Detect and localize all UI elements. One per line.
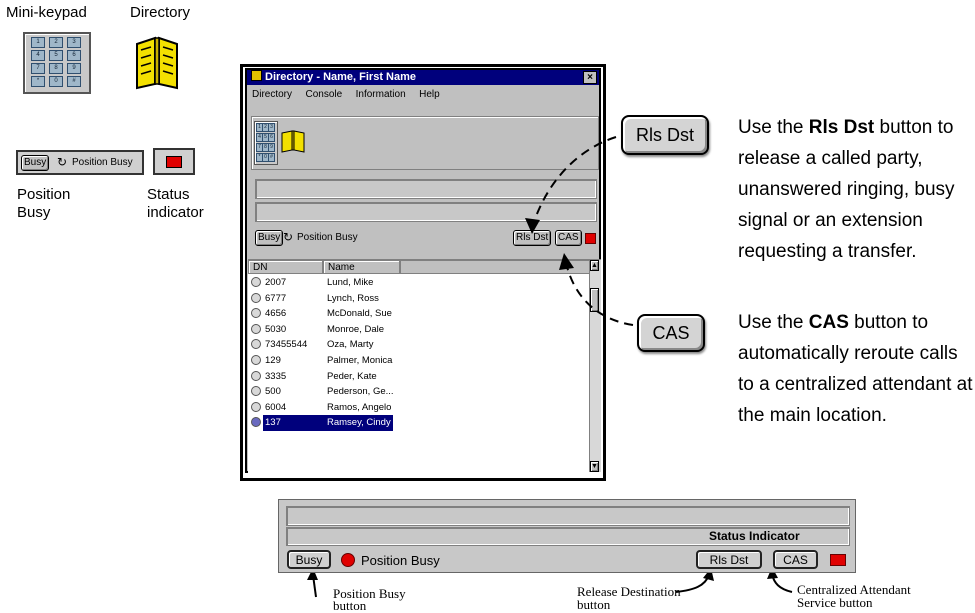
- rls-line-1-bold: Rls Dst: [808, 117, 875, 138]
- rls-dst-description: Use the Rls Dst button to release a call…: [738, 112, 973, 267]
- enlarged-rls-dst-button: Rls Dst: [696, 550, 762, 569]
- rls-line-1: Use the Rls Dst button to: [738, 112, 973, 143]
- cas-description: Use the CAS button to automatically rero…: [738, 307, 973, 431]
- cas-line-1-bold: CAS: [808, 312, 849, 333]
- enlarged-position-busy-text: Position Busy: [361, 553, 440, 568]
- cas-line-1-pre: Use the: [738, 312, 809, 333]
- enlarged-busy-button: Busy: [287, 550, 331, 569]
- rls-line-3: unanswered ringing, busy: [738, 179, 955, 200]
- enlarged-status-indicator: [830, 554, 846, 566]
- enlarged-display-field-1: [286, 506, 850, 526]
- rls-line-1-post: button to: [874, 117, 954, 138]
- position-busy-indicator-icon: [341, 553, 355, 567]
- cas-line-1-post: button to: [848, 312, 929, 333]
- cas-line-3: to a centralized attendant at: [738, 374, 973, 395]
- enlarged-cas-button: CAS: [773, 550, 818, 569]
- cas-line-4: the main location.: [738, 405, 887, 426]
- cas-line-2: automatically reroute calls: [738, 343, 958, 364]
- caption-rls-2: button: [577, 597, 611, 612]
- cas-line-1: Use the CAS button to: [738, 307, 973, 338]
- rls-line-2: release a called party,: [738, 148, 923, 169]
- enlarged-console-panel: Status Indicator Busy Position Busy Rls …: [278, 499, 856, 573]
- rls-line-4: signal or an extension: [738, 210, 923, 231]
- rls-line-1-pre: Use the: [738, 117, 809, 138]
- rls-line-5: requesting a transfer.: [738, 241, 917, 262]
- caption-cas-2: Service button: [797, 595, 873, 610]
- status-indicator-label: Status Indicator: [709, 529, 800, 543]
- caption-busy-2: button: [333, 598, 367, 613]
